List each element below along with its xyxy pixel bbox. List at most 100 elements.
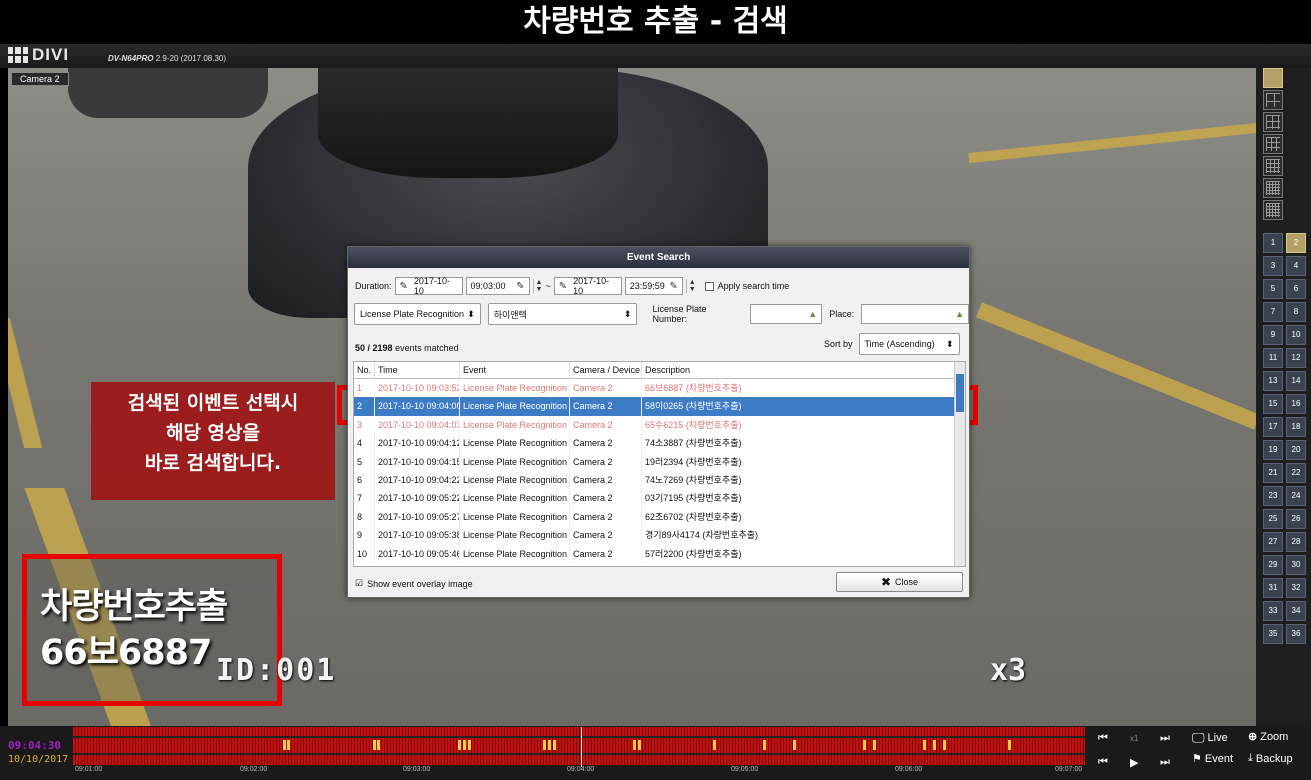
skip-back-icon[interactable]: ⏮ [1098, 732, 1108, 745]
zoom-button[interactable]: ⊕ Zoom [1248, 730, 1288, 744]
layout-2x2-icon[interactable] [1263, 90, 1283, 110]
person-icon: ▲ [808, 309, 818, 319]
matched-text: events matched [395, 343, 459, 353]
layout-4x4-icon[interactable] [1263, 134, 1283, 154]
backup-button[interactable]: ⤓ Backup [1248, 752, 1293, 765]
channel-button[interactable]: 9 [1263, 325, 1283, 345]
channel-button[interactable]: 34 [1286, 601, 1306, 621]
channel-button[interactable]: 11 [1263, 348, 1283, 368]
scrollbar-thumb[interactable] [956, 374, 964, 412]
step-forward-icon[interactable]: ⏭ [1160, 756, 1170, 769]
table-cell: Camera 2 [570, 452, 642, 471]
channel-button[interactable]: 36 [1286, 624, 1306, 644]
table-scrollbar[interactable] [954, 362, 965, 566]
table-cell: Camera 2 [570, 526, 642, 545]
checkmark-icon: ☑ [355, 578, 364, 588]
column-header[interactable]: Camera / Device [570, 362, 642, 378]
channel-button[interactable]: 27 [1263, 532, 1283, 552]
channel-button[interactable]: 7 [1263, 302, 1283, 322]
channel-button[interactable]: 3 [1263, 256, 1283, 276]
table-row[interactable]: 3 2017-10-10 09:04:03 License Plate Recogn… [354, 415, 965, 435]
event-type-select[interactable]: License Plate Recognition ⬍ [354, 303, 481, 325]
timeline-cursor[interactable] [581, 727, 582, 767]
table-row[interactable]: 5 2017-10-10 09:04:15 License Plate Recogn… [354, 452, 965, 471]
table-row[interactable]: 10 2017-10-10 09:05:46 License Plate Recog… [354, 544, 965, 563]
event-button[interactable]: ⚑ Event [1192, 752, 1233, 766]
channel-button[interactable]: 22 [1286, 463, 1306, 483]
end-time-spinner[interactable]: ▲ ▼ [685, 279, 696, 293]
channel-button[interactable]: 30 [1286, 555, 1306, 575]
channel-button[interactable]: 10 [1286, 325, 1306, 345]
channel-button[interactable]: 32 [1286, 578, 1306, 598]
layout-8x8-icon[interactable] [1263, 200, 1283, 220]
table-cell: 66보6887 (차량번호추출) [645, 383, 742, 393]
play-icon[interactable]: ▶ [1130, 756, 1138, 769]
apply-search-time-checkbox[interactable]: Apply search time [704, 281, 789, 291]
channel-button[interactable]: 35 [1263, 624, 1283, 644]
channel-button[interactable]: 28 [1286, 532, 1306, 552]
plate-number-input[interactable]: ▲ [750, 304, 823, 324]
channel-button[interactable]: 13 [1263, 371, 1283, 391]
layout-3x3-icon[interactable] [1263, 112, 1283, 132]
table-cell: 4 [354, 434, 375, 453]
channel-button[interactable]: 1 [1263, 233, 1283, 253]
channel-button[interactable]: 2 [1286, 233, 1306, 253]
column-header[interactable]: Time [375, 362, 460, 378]
start-date-field[interactable]: ✎ 2017-10-10 [394, 276, 463, 296]
channel-button[interactable]: 26 [1286, 509, 1306, 529]
column-header[interactable]: Event [460, 362, 570, 378]
table-row[interactable]: 7 2017-10-10 09:05:22 License Plate Recogn… [354, 489, 965, 508]
timeline-track[interactable] [73, 727, 1085, 765]
step-back-icon[interactable]: ⏮ [1098, 756, 1108, 769]
channel-button[interactable]: 14 [1286, 371, 1306, 391]
channel-button[interactable]: 19 [1263, 440, 1283, 460]
channel-button[interactable]: 17 [1263, 417, 1283, 437]
timeline-current-date: 10/10/2017 [8, 754, 69, 765]
sort-select[interactable]: Time (Ascending) ⬍ [858, 333, 960, 355]
channel-button[interactable]: 31 [1263, 578, 1283, 598]
layout-5x5-icon[interactable] [1263, 156, 1283, 176]
table-row[interactable]: 9 2017-10-10 09:05:38 License Plate Recogn… [354, 526, 965, 545]
chevron-updown-icon: ⬍ [945, 338, 954, 349]
layout-1x1-icon[interactable] [1263, 68, 1283, 88]
show-overlay-checkbox[interactable]: ☑ Show event overlay image [355, 578, 473, 589]
table-row[interactable]: 1 2017-10-10 09:03:52 License Plate Recogn… [354, 379, 965, 398]
column-header[interactable]: No. [354, 362, 375, 378]
channel-button[interactable]: 23 [1263, 486, 1283, 506]
table-row[interactable]: 4 2017-10-10 09:04:12 License Plate Recogn… [354, 434, 965, 453]
table-row[interactable]: 6 2017-10-10 09:04:22 License Plate Recogn… [354, 470, 965, 490]
skip-forward-icon[interactable]: ⏭ [1160, 732, 1170, 745]
timeline-event-mark [463, 740, 466, 750]
start-time-field[interactable]: 09:03:00 ✎ [465, 277, 530, 295]
timeline-current-time: 09:04:30 [8, 739, 61, 752]
end-time-field[interactable]: 23:59:59 ✎ [624, 277, 683, 295]
channel-button[interactable]: 12 [1286, 348, 1306, 368]
channel-button[interactable]: 8 [1286, 302, 1306, 322]
start-time-spinner[interactable]: ▲ ▼ [532, 279, 542, 293]
table-row[interactable]: 2 2017-10-10 09:04:00 License Plate Recogn… [354, 397, 965, 416]
table-cell: License Plate Recognition [460, 397, 570, 416]
table-cell: Camera 2 [570, 507, 642, 527]
channel-button[interactable]: 29 [1263, 555, 1283, 575]
channel-button[interactable]: 24 [1286, 486, 1306, 506]
channel-button[interactable]: 18 [1286, 417, 1306, 437]
place-input[interactable]: ▲ [861, 304, 969, 324]
channel-button[interactable]: 4 [1286, 256, 1306, 276]
channel-button[interactable]: 15 [1263, 394, 1283, 414]
layout-6x6-icon[interactable] [1263, 178, 1283, 198]
table-row[interactable]: 8 2017-10-10 09:05:27 License Plate Recogn… [354, 507, 965, 527]
channel-button[interactable]: 16 [1286, 394, 1306, 414]
channel-button[interactable]: 33 [1263, 601, 1283, 621]
table-cell: Camera 2 [570, 470, 642, 490]
channel-button[interactable]: 21 [1263, 463, 1283, 483]
column-header[interactable]: Description [642, 362, 955, 378]
chevron-updown-icon: ⬍ [623, 308, 632, 319]
channel-button[interactable]: 20 [1286, 440, 1306, 460]
channel-button[interactable]: 6 [1286, 279, 1306, 299]
close-button[interactable]: ✖ Close [836, 572, 963, 592]
channel-button[interactable]: 25 [1263, 509, 1283, 529]
device-select[interactable]: 하이앤텍 ⬍ [487, 303, 638, 325]
channel-button[interactable]: 5 [1263, 279, 1283, 299]
end-date-field[interactable]: ✎ 2017-10-10 [553, 276, 622, 296]
live-button[interactable]: 🖵 Live [1192, 730, 1228, 746]
